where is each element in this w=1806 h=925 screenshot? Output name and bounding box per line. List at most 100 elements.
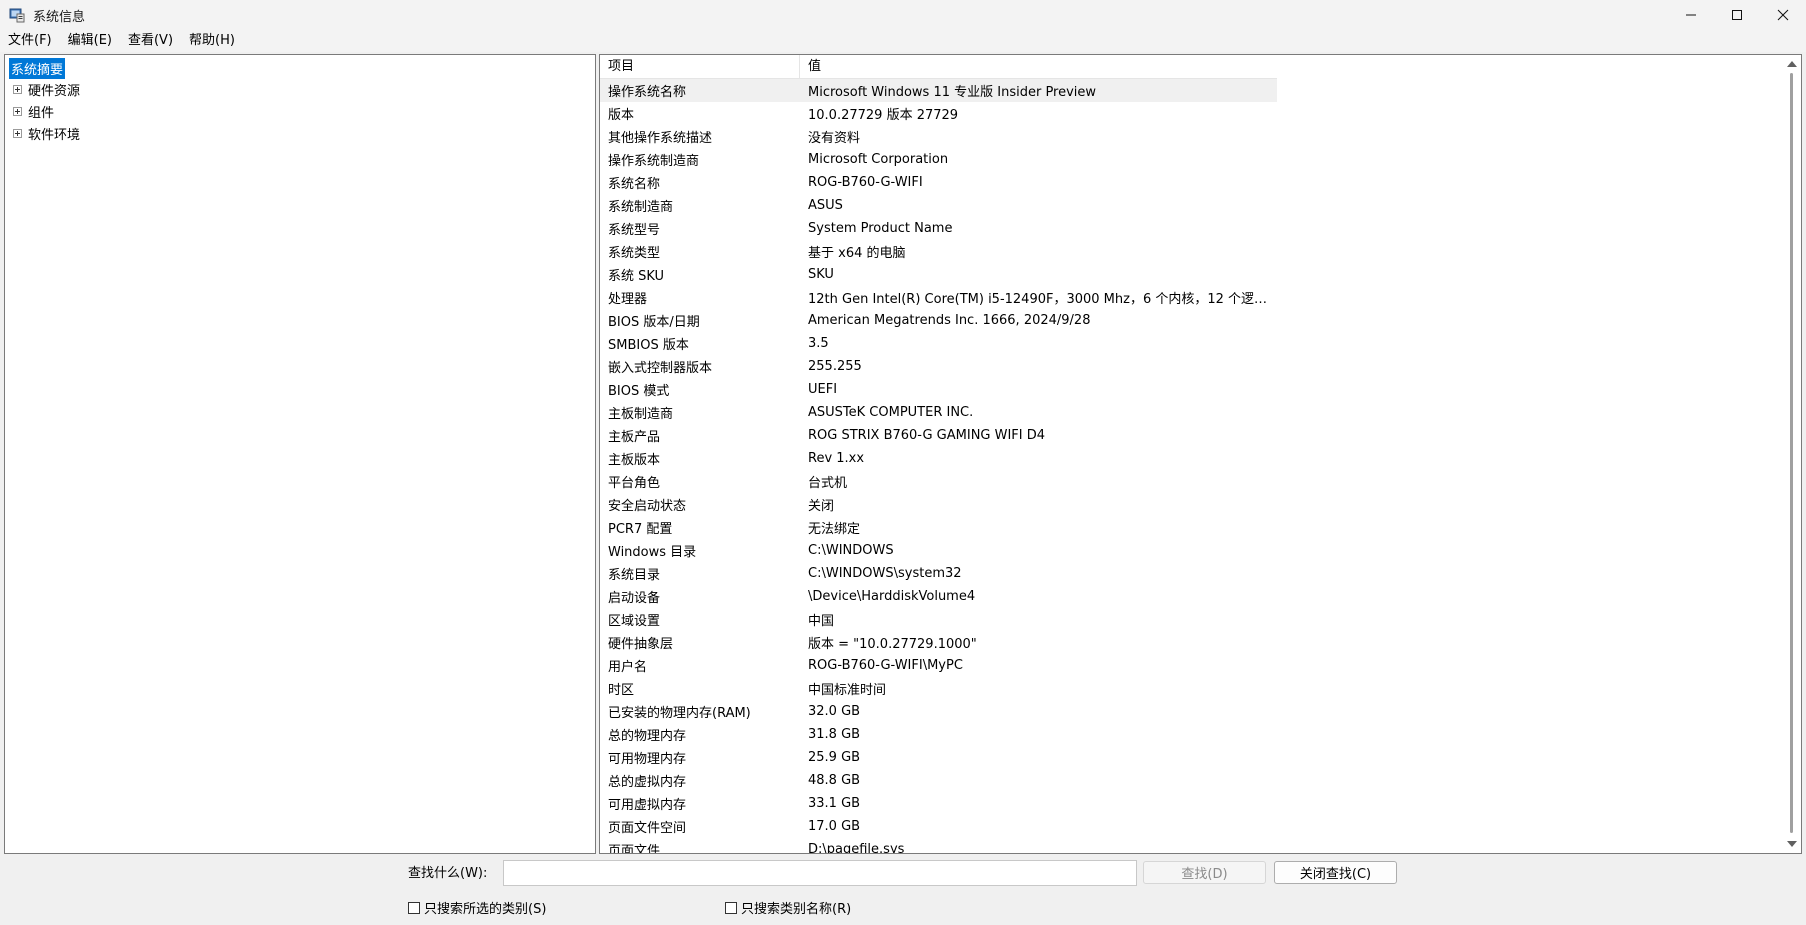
checkbox-label: 只搜索类别名称(R) <box>741 902 852 917</box>
column-header-value[interactable]: 值 <box>800 55 1277 79</box>
cell-value: 17.0 GB <box>808 819 861 834</box>
cell-item: 系统名称 <box>608 177 661 192</box>
category-tree: 系统摘要 硬件资源 组件 软件环境 <box>4 54 596 854</box>
cell-item: 硬件抽象层 <box>608 637 674 652</box>
find-input[interactable] <box>503 860 1137 886</box>
checkbox-box[interactable] <box>725 901 737 914</box>
cell-value: 台式机 <box>808 476 848 491</box>
list-row[interactable]: 可用虚拟内存 33.1 GB <box>600 792 1780 815</box>
list-row[interactable]: 操作系统制造商 Microsoft Corporation <box>600 148 1780 171</box>
cell-value: ROG STRIX B760-G GAMING WIFI D4 <box>808 428 1046 443</box>
list-row[interactable]: 主板版本 Rev 1.xx <box>600 447 1780 470</box>
list-row[interactable]: 系统类型 基于 x64 的电脑 <box>600 240 1780 263</box>
list-row[interactable]: 处理器 12th Gen Intel(R) Core(TM) i5-12490F，… <box>600 286 1780 309</box>
menu-view[interactable]: 查看(V) <box>120 30 181 52</box>
cell-value: 3.5 <box>808 336 829 351</box>
cell-item: 嵌入式控制器版本 <box>608 361 713 376</box>
tree-item-software-environment[interactable]: 软件环境 <box>5 122 82 144</box>
list-row[interactable]: 区域设置 中国 <box>600 608 1780 631</box>
close-button[interactable] <box>1760 0 1806 30</box>
cell-item: 平台角色 <box>608 476 661 491</box>
list-row[interactable]: 主板制造商 ASUSTeK COMPUTER INC. <box>600 401 1780 424</box>
checkbox-box[interactable] <box>408 901 420 914</box>
cell-value: 版本 = "10.0.27729.1000" <box>808 637 977 652</box>
list-row[interactable]: 总的物理内存 31.8 GB <box>600 723 1780 746</box>
cell-item: 区域设置 <box>608 614 661 629</box>
cell-value: ASUSTeK COMPUTER INC. <box>808 405 974 420</box>
list-row[interactable]: 页面文件 D:\pagefile.sys <box>600 838 1780 854</box>
tree-item-components[interactable]: 组件 <box>5 100 56 122</box>
list-row[interactable]: BIOS 模式 UEFI <box>600 378 1780 401</box>
cell-value: 12th Gen Intel(R) Core(TM) i5-12490F，300… <box>808 292 1277 307</box>
list-row[interactable]: 系统目录 C:\WINDOWS\system32 <box>600 562 1780 585</box>
cell-value: 10.0.27729 版本 27729 <box>808 108 959 123</box>
cell-item: 页面文件 <box>608 844 661 854</box>
close-icon <box>1777 9 1789 21</box>
scrollbar-thumb[interactable] <box>1790 73 1793 833</box>
cell-item: 启动设备 <box>608 591 661 606</box>
list-row[interactable]: 总的虚拟内存 48.8 GB <box>600 769 1780 792</box>
cell-value: 48.8 GB <box>808 773 861 788</box>
close-find-button[interactable]: 关闭查找(C) <box>1274 861 1397 884</box>
list-row[interactable]: 启动设备 \Device\HarddiskVolume4 <box>600 585 1780 608</box>
minimize-button[interactable] <box>1668 0 1714 30</box>
list-row[interactable]: 系统 SKU SKU <box>600 263 1780 286</box>
list-row[interactable]: Windows 目录 C:\WINDOWS <box>600 539 1780 562</box>
list-row[interactable]: 嵌入式控制器版本 255.255 <box>600 355 1780 378</box>
list-row[interactable]: 时区 中国标准时间 <box>600 677 1780 700</box>
cell-item: 操作系统名称 <box>608 85 687 100</box>
list-row[interactable]: 硬件抽象层 版本 = "10.0.27729.1000" <box>600 631 1780 654</box>
list-row[interactable]: 系统名称 ROG-B760-G-WIFI <box>600 171 1780 194</box>
scroll-up-arrow-icon[interactable] <box>1787 61 1797 67</box>
list-row[interactable]: 系统型号 System Product Name <box>600 217 1780 240</box>
cell-item: 系统型号 <box>608 223 661 238</box>
list-row[interactable]: 操作系统名称 Microsoft Windows 11 专业版 Insider P… <box>600 79 1277 102</box>
tree-item-label: 硬件资源 <box>28 83 81 99</box>
tree-item-label: 组件 <box>28 105 55 121</box>
search-selected-category-checkbox[interactable]: 只搜索所选的类别(S) <box>408 898 546 917</box>
list-row[interactable]: 用户名 ROG-B760-G-WIFI\MyPC <box>600 654 1780 677</box>
cell-item: BIOS 模式 <box>608 384 670 399</box>
list-row[interactable]: 主板产品 ROG STRIX B760-G GAMING WIFI D4 <box>600 424 1780 447</box>
list-row[interactable]: 版本 10.0.27729 版本 27729 <box>600 102 1780 125</box>
menu-help[interactable]: 帮助(H) <box>181 30 243 52</box>
cell-value: 没有资料 <box>808 131 861 146</box>
column-header-item[interactable]: 项目 <box>600 55 800 79</box>
list-row[interactable]: 其他操作系统描述 没有资料 <box>600 125 1780 148</box>
expand-plus-icon[interactable] <box>13 128 22 138</box>
cell-item: 系统 SKU <box>608 269 665 284</box>
search-category-names-checkbox[interactable]: 只搜索类别名称(R) <box>725 898 851 917</box>
cell-item: 处理器 <box>608 292 648 307</box>
list-row[interactable]: 系统制造商 ASUS <box>600 194 1780 217</box>
cell-item: BIOS 版本/日期 <box>608 315 700 330</box>
cell-value: 31.8 GB <box>808 727 861 742</box>
cell-value: C:\WINDOWS <box>808 543 894 558</box>
cell-value: 无法绑定 <box>808 522 861 537</box>
list-row[interactable]: BIOS 版本/日期 American Megatrends Inc. 1666,… <box>600 309 1780 332</box>
cell-item: 页面文件空间 <box>608 821 687 836</box>
scroll-down-arrow-icon[interactable] <box>1787 841 1797 847</box>
tree-item-system-summary[interactable]: 系统摘要 <box>7 56 67 80</box>
find-button[interactable]: 查找(D) <box>1143 861 1266 884</box>
list-row[interactable]: 安全启动状态 关闭 <box>600 493 1780 516</box>
system-info-app-icon <box>9 7 25 23</box>
tree-item-hardware-resources[interactable]: 硬件资源 <box>5 78 82 100</box>
menu-edit[interactable]: 编辑(E) <box>60 30 120 52</box>
expand-plus-icon[interactable] <box>13 106 22 116</box>
list-row[interactable]: 页面文件空间 17.0 GB <box>600 815 1780 838</box>
cell-item: 已安装的物理内存(RAM) <box>608 706 751 721</box>
menu-file[interactable]: 文件(F) <box>0 30 60 52</box>
minimize-icon <box>1686 14 1696 16</box>
maximize-button[interactable] <box>1714 0 1760 30</box>
list-row[interactable]: 平台角色 台式机 <box>600 470 1780 493</box>
list-row[interactable]: SMBIOS 版本 3.5 <box>600 332 1780 355</box>
cell-item: Windows 目录 <box>608 545 697 560</box>
details-list: 项目 值 操作系统名称 Microsoft Windows 11 专业版 Insi… <box>599 54 1802 854</box>
tree-item-label: 系统摘要 <box>7 56 67 80</box>
list-row[interactable]: 已安装的物理内存(RAM) 32.0 GB <box>600 700 1780 723</box>
list-row[interactable]: 可用物理内存 25.9 GB <box>600 746 1780 769</box>
list-row[interactable]: PCR7 配置 无法绑定 <box>600 516 1780 539</box>
cell-item: 可用虚拟内存 <box>608 798 687 813</box>
expand-plus-icon[interactable] <box>13 84 22 94</box>
vertical-scrollbar[interactable] <box>1784 55 1801 853</box>
